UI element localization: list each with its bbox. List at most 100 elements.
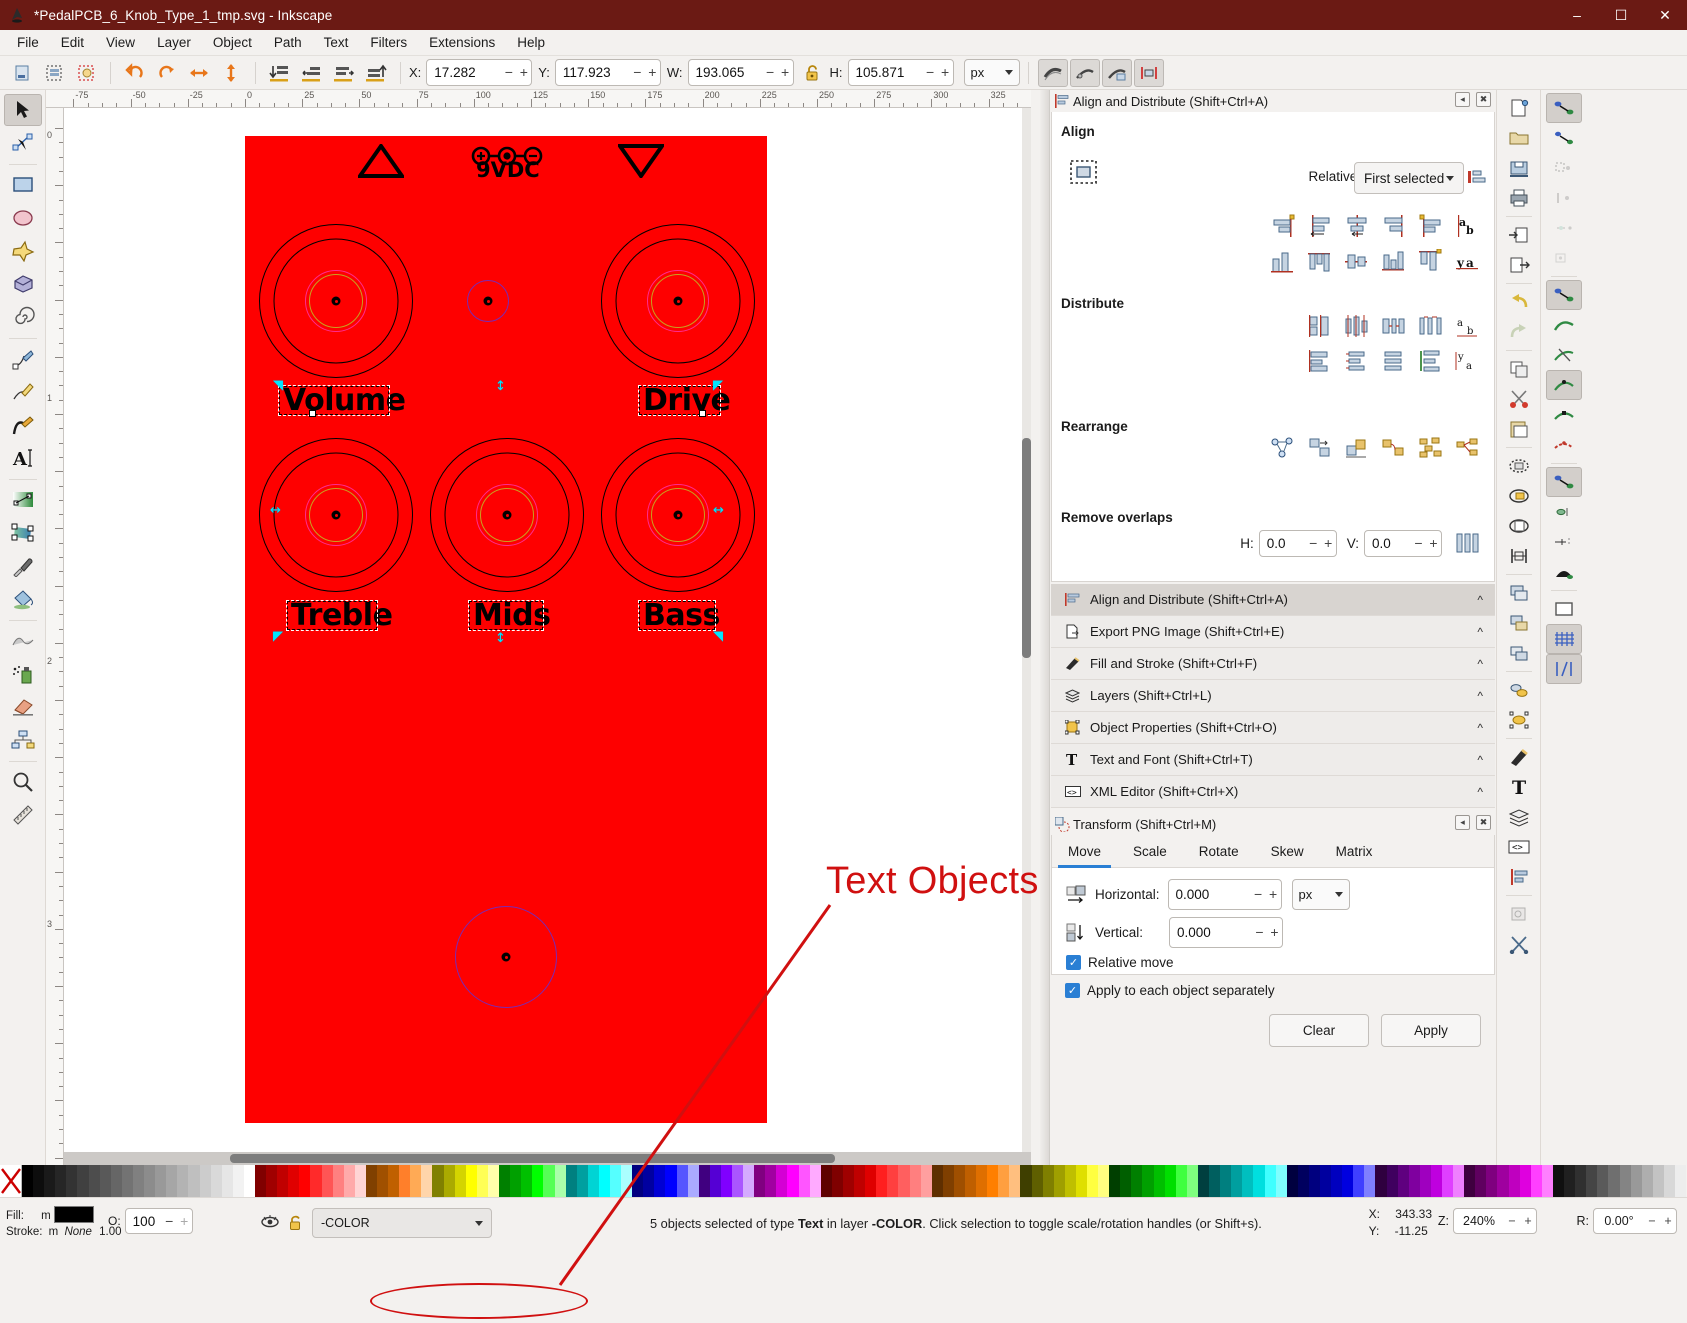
apply-button[interactable]: Apply: [1381, 1014, 1481, 1047]
distribute-left-edges-button[interactable]: [1301, 310, 1338, 342]
knob-volume[interactable]: [259, 224, 413, 378]
palette-swatch[interactable]: [1564, 1165, 1576, 1197]
palette-swatch[interactable]: [1275, 1165, 1287, 1197]
palette-swatch[interactable]: [22, 1165, 34, 1197]
distribute-text-anchors-vertically-button[interactable]: ya: [1449, 345, 1486, 377]
w-input[interactable]: [688, 60, 763, 85]
horizontal-ruler[interactable]: -75 -50 -25 0 25 50 75 100 125 150 175 200 225 250 275…: [46, 90, 1031, 108]
palette-swatch[interactable]: [1442, 1165, 1454, 1197]
preferences-icon[interactable]: [1501, 899, 1537, 929]
palette-swatch[interactable]: [199, 1165, 211, 1197]
palette-swatch[interactable]: [687, 1165, 699, 1197]
distribute-centers-horizontally-button[interactable]: [1338, 310, 1375, 342]
palette-swatch[interactable]: [1042, 1165, 1054, 1197]
palette-swatch[interactable]: [964, 1165, 977, 1197]
undo-icon[interactable]: [1501, 287, 1537, 317]
layer-lock-icon[interactable]: [288, 1213, 304, 1234]
palette-swatch[interactable]: [354, 1165, 366, 1197]
exchange-positions-button[interactable]: [1301, 432, 1338, 464]
opacity-input[interactable]: [125, 1209, 162, 1233]
panel-row-fill-and-stroke[interactable]: Fill and Stroke (Shift+Ctrl+F) ^: [1051, 648, 1495, 680]
scale-handle-w[interactable]: ↔: [270, 504, 281, 517]
3dbox-tool[interactable]: [4, 268, 42, 300]
apply-each-checkbox[interactable]: ✓: [1065, 983, 1080, 998]
palette-swatch[interactable]: [1319, 1165, 1332, 1197]
x-plus[interactable]: +: [516, 60, 531, 85]
chevron-up-icon[interactable]: ^: [1477, 593, 1483, 607]
snap-to-midpoints-icon[interactable]: [1546, 430, 1582, 460]
palette-swatch[interactable]: [854, 1165, 866, 1197]
panel-collapse-icon[interactable]: ◂: [1455, 92, 1470, 107]
align-bottom-to-top-anchor-button[interactable]: [1264, 245, 1301, 277]
panel-close-icon[interactable]: ✖: [1476, 815, 1491, 830]
rotation-value[interactable]: 0.00°: [1594, 1214, 1644, 1228]
snap-bbox-center-icon[interactable]: [1546, 243, 1582, 273]
menu-help[interactable]: Help: [506, 32, 556, 53]
menu-file[interactable]: File: [6, 32, 50, 53]
stroke-value[interactable]: None: [64, 1226, 92, 1238]
mesh-gradient-tool[interactable]: [4, 517, 42, 549]
node-tool[interactable]: [4, 127, 42, 159]
snap-object-centers-icon[interactable]: [1546, 497, 1582, 527]
snap-bbox-edge-icon[interactable]: [1546, 183, 1582, 213]
palette-swatch[interactable]: [898, 1165, 910, 1197]
palette-swatch[interactable]: [931, 1165, 943, 1197]
palette-swatch[interactable]: [343, 1165, 355, 1197]
xml-editor-icon[interactable]: <>: [1501, 832, 1537, 862]
layers-dialog-icon[interactable]: [1501, 802, 1537, 832]
ungroup-icon[interactable]: [1501, 608, 1537, 638]
minimize-button[interactable]: –: [1555, 0, 1599, 30]
zoom-minus[interactable]: −: [1504, 1214, 1520, 1228]
color-palette[interactable]: [0, 1165, 1687, 1197]
opacity-minus[interactable]: −: [162, 1209, 177, 1234]
snap-text-baseline-icon[interactable]: [1546, 557, 1582, 587]
palette-swatch[interactable]: [1453, 1165, 1465, 1197]
palette-swatch[interactable]: [1652, 1165, 1664, 1197]
tab-move[interactable]: Move: [1052, 835, 1117, 868]
snap-bounding-box-icon[interactable]: [1546, 123, 1582, 153]
palette-swatch[interactable]: [1109, 1165, 1121, 1197]
palette-swatch[interactable]: [1142, 1165, 1154, 1197]
rotate-ccw-icon[interactable]: [120, 59, 150, 87]
transform-unit-select[interactable]: px: [1291, 879, 1350, 910]
chevron-up-icon[interactable]: ^: [1477, 785, 1483, 799]
relative-move-row[interactable]: ✓ Relative move: [1066, 955, 1174, 970]
palette-swatch[interactable]: [487, 1165, 500, 1197]
panel-row-text-and-font[interactable]: T Text and Font (Shift+Ctrl+T) ^: [1051, 744, 1495, 776]
tweak-tool[interactable]: [4, 625, 42, 657]
copy-icon[interactable]: [1501, 354, 1537, 384]
zoom-plus[interactable]: +: [1520, 1214, 1536, 1228]
scale-handle-ne[interactable]: ◤: [713, 379, 723, 392]
palette-swatch[interactable]: [1530, 1165, 1542, 1197]
palette-swatch[interactable]: [77, 1165, 89, 1197]
palette-swatch[interactable]: [166, 1165, 178, 1197]
knob-footswitch[interactable]: [455, 906, 557, 1008]
palette-swatch[interactable]: [321, 1165, 333, 1197]
canvas-vscroll-thumb[interactable]: [1022, 438, 1031, 658]
palette-swatch[interactable]: [254, 1165, 267, 1197]
palette-swatch[interactable]: [465, 1165, 477, 1197]
palette-swatch[interactable]: [1342, 1165, 1354, 1197]
x-spinbox[interactable]: − +: [426, 59, 533, 86]
dock-resize-grip[interactable]: [1040, 90, 1050, 1191]
move-as-group-toggle[interactable]: [1464, 162, 1490, 192]
distribute-text-anchors-horizontally-button[interactable]: ab: [1449, 310, 1486, 342]
w-minus[interactable]: −: [763, 60, 778, 85]
vertical-input[interactable]: [1170, 918, 1252, 947]
tab-skew[interactable]: Skew: [1255, 835, 1320, 867]
panel-row-object-properties[interactable]: Object Properties (Shift+Ctrl+O) ^: [1051, 712, 1495, 744]
knob-mids[interactable]: [430, 438, 584, 592]
palette-swatch[interactable]: [1486, 1165, 1498, 1197]
menu-view[interactable]: View: [95, 32, 146, 53]
palette-swatch[interactable]: [798, 1165, 810, 1197]
palette-swatch[interactable]: [565, 1165, 577, 1197]
zoom-selection-icon[interactable]: [1501, 451, 1537, 481]
palette-swatch[interactable]: [909, 1165, 921, 1197]
palette-swatch[interactable]: [709, 1165, 721, 1197]
palette-swatch[interactable]: [621, 1165, 633, 1197]
unclone-icon[interactable]: [1501, 705, 1537, 735]
text-tool[interactable]: A: [4, 442, 42, 474]
palette-swatch[interactable]: [976, 1165, 988, 1197]
vertical-ruler[interactable]: 01234: [46, 108, 64, 1191]
menu-text[interactable]: Text: [313, 32, 360, 53]
